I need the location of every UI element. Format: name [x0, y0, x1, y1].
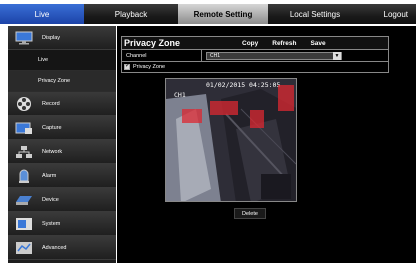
sidebar-item-label: Record [42, 100, 60, 107]
sidebar-item-label: Advanced [42, 244, 67, 251]
video-preview[interactable]: 01/02/2015 04:25:05 CH1 [165, 78, 297, 202]
film-reel-icon [14, 96, 34, 112]
sidebar-item-display[interactable]: Display [8, 26, 116, 50]
tab-live[interactable]: Live [0, 4, 84, 24]
sidebar-item-record[interactable]: Record [8, 92, 116, 116]
refresh-button[interactable]: Refresh [272, 40, 296, 47]
capture-icon [14, 120, 34, 136]
timestamp-overlay: 01/02/2015 04:25:05 [206, 81, 281, 89]
privacy-zone-checkbox-row: Privacy Zone [122, 62, 388, 72]
top-nav: Live Playback Remote Setting Local Setti… [0, 4, 416, 24]
advanced-icon [14, 240, 34, 256]
privacy-zone-checkbox-label: Privacy Zone [133, 64, 166, 70]
channel-select[interactable]: CH1 ▼ [206, 51, 342, 60]
sidebar-item-label: Device [42, 196, 59, 203]
save-button[interactable]: Save [310, 40, 325, 47]
channel-overlay: CH1 [174, 91, 186, 99]
main-panel: Privacy Zone Copy Refresh Save Channel C… [117, 26, 416, 263]
panel-header: Privacy Zone Copy Refresh Save [122, 37, 388, 50]
sidebar-item-advanced[interactable]: Advanced [8, 236, 116, 260]
sidebar-item-label: Capture [42, 124, 62, 131]
privacy-zone-1[interactable] [182, 109, 202, 123]
sidebar-item-label: Network [42, 148, 63, 155]
sidebar-item-device[interactable]: Device [8, 188, 116, 212]
alarm-icon [14, 168, 34, 184]
privacy-zone-panel: Privacy Zone Copy Refresh Save Channel C… [121, 36, 389, 73]
sidebar-item-alarm[interactable]: Alarm [8, 164, 116, 188]
sidebar-item-label: Display [42, 34, 61, 41]
channel-value: CH1 [210, 52, 221, 59]
page-title: Privacy Zone [124, 38, 181, 48]
privacy-zone-4[interactable] [250, 110, 264, 128]
copy-button[interactable]: Copy [242, 40, 258, 47]
privacy-zone-checkbox[interactable] [124, 62, 130, 70]
sidebar-item-label: System [42, 220, 61, 227]
sidebar-item-capture[interactable]: Capture [8, 116, 116, 140]
delete-button[interactable]: Delete [234, 208, 266, 219]
tab-playback[interactable]: Playback [84, 4, 178, 24]
sidebar-sub-live[interactable]: Live [8, 50, 116, 71]
privacy-zone-2[interactable] [210, 101, 238, 115]
privacy-zone-3[interactable] [278, 85, 294, 111]
channel-label: Channel [122, 50, 202, 61]
sidebar: Display Live Privacy Zone Record Capture… [8, 26, 116, 263]
tab-local-settings[interactable]: Local Settings [268, 4, 362, 24]
chevron-down-icon: ▼ [333, 51, 341, 60]
sidebar-item-system[interactable]: System [8, 212, 116, 236]
channel-row: Channel CH1 ▼ [122, 50, 388, 62]
sidebar-item-network[interactable]: Network [8, 140, 116, 164]
system-icon [14, 216, 34, 232]
monitor-icon [14, 30, 34, 46]
sidebar-item-label: Alarm [42, 172, 57, 179]
tab-remote-setting[interactable]: Remote Setting [178, 4, 268, 24]
hard-drive-icon [14, 192, 34, 208]
logout-button[interactable]: Logout [362, 4, 416, 24]
network-icon [14, 144, 34, 160]
sidebar-sub-privacy-zone[interactable]: Privacy Zone [8, 71, 116, 92]
